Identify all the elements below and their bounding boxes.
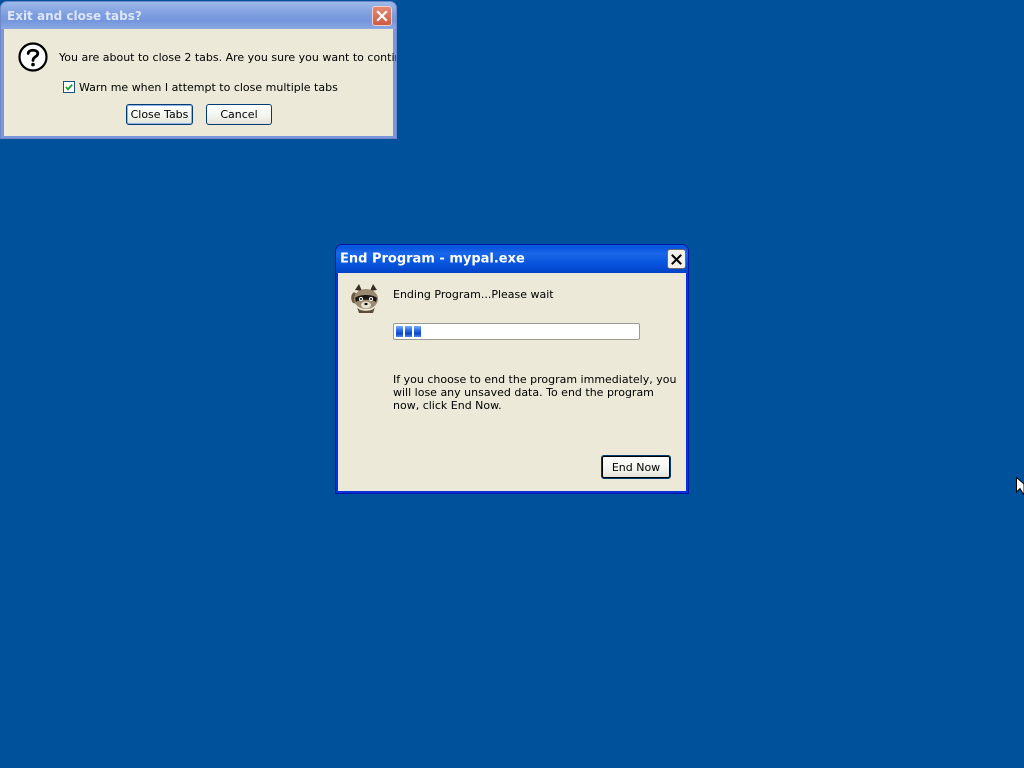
close-icon [671, 253, 682, 265]
warn-multiple-tabs-checkbox[interactable] [63, 81, 75, 93]
tabs-dialog-message: You are about to close 2 tabs. Are you s… [59, 51, 397, 64]
mouse-pointer-icon [1016, 477, 1024, 495]
progress-fill [396, 326, 421, 337]
tabs-dialog-close-button[interactable] [372, 6, 392, 26]
checkmark-icon [65, 84, 73, 91]
progress-block [405, 326, 412, 337]
tabs-dialog-titlebar[interactable]: Exit and close tabs? [1, 2, 396, 29]
end-now-button[interactable]: End Now [601, 455, 671, 479]
tabs-dialog-body: You are about to close 2 tabs. Are you s… [4, 29, 396, 136]
progress-block [396, 326, 403, 337]
progress-block [414, 326, 421, 337]
end-program-close-button[interactable] [667, 249, 686, 269]
warn-multiple-tabs-label[interactable]: Warn me when I attempt to close multiple… [79, 81, 338, 94]
end-program-body: Ending Program...Please wait If you choo… [338, 273, 686, 491]
progress-bar [393, 323, 640, 340]
end-program-dialog: End Program - mypal.exe Ending Program..… [335, 244, 689, 494]
exit-close-tabs-dialog: Exit and close tabs? You are about to cl… [0, 1, 397, 139]
raccoon-icon [351, 284, 378, 313]
end-program-title: End Program - mypal.exe [340, 251, 525, 267]
desktop: Exit and close tabs? You are about to cl… [0, 0, 1024, 768]
close-tabs-button[interactable]: Close Tabs [126, 104, 193, 125]
end-now-explanation: If you choose to end the program immedia… [393, 373, 677, 412]
end-program-titlebar[interactable]: End Program - mypal.exe [336, 245, 688, 273]
tabs-dialog-title: Exit and close tabs? [7, 8, 142, 23]
ending-program-message: Ending Program...Please wait [393, 288, 554, 301]
cancel-button[interactable]: Cancel [206, 104, 272, 125]
close-icon [376, 10, 388, 22]
question-icon [18, 42, 48, 72]
